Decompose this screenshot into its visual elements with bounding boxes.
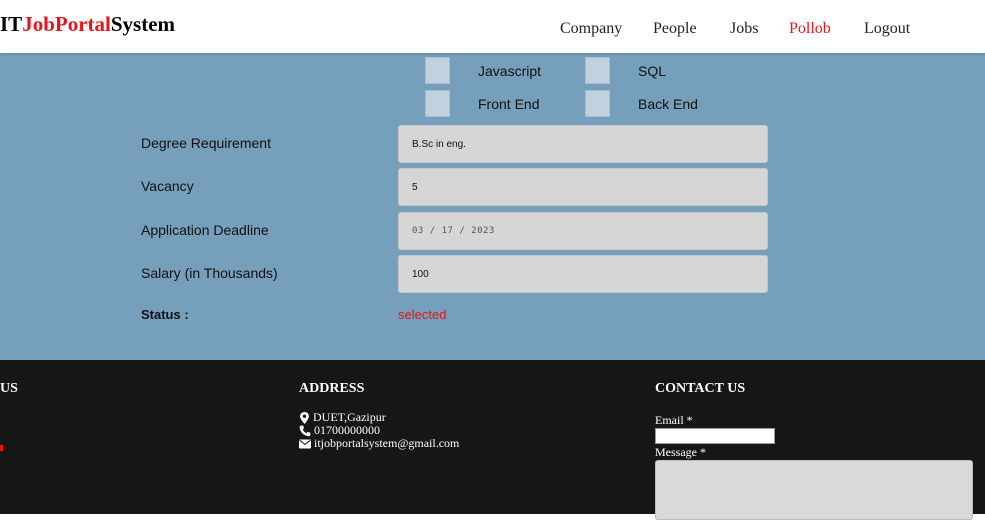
skill-label-front-end: Front End: [478, 96, 540, 112]
phone-icon: [299, 425, 311, 437]
nav-company[interactable]: Company: [560, 20, 622, 38]
degree-label: Degree Requirement: [141, 135, 271, 151]
contact-message-textarea[interactable]: [655, 460, 973, 520]
job-form: Javascript SQL Front End Back End Degree…: [0, 53, 985, 360]
degree-input[interactable]: [398, 125, 768, 163]
top-navbar: ITJobPortalSystem Company People Jobs Po…: [0, 0, 985, 53]
email-field-label: Email *: [655, 413, 693, 427]
footer-address-heading: ADDRESS: [299, 381, 365, 396]
checkbox-back-end[interactable]: [585, 90, 610, 117]
nav-people[interactable]: People: [653, 20, 697, 38]
checkbox-sql[interactable]: [585, 57, 610, 84]
salary-label: Salary (in Thousands): [141, 265, 278, 281]
address-email: itjobportalsystem@gmail.com: [299, 436, 459, 451]
contact-email-input[interactable]: [655, 428, 775, 444]
checkbox-front-end[interactable]: [425, 90, 450, 117]
deadline-label: Application Deadline: [141, 222, 269, 238]
vacancy-input[interactable]: [398, 168, 768, 206]
salary-input[interactable]: [398, 255, 768, 293]
status-label: Status :: [141, 307, 189, 322]
footer-link-fragment[interactable]: [0, 445, 3, 451]
brand-part-jobportal: JobPortal: [22, 12, 111, 36]
nav-logout[interactable]: Logout: [864, 20, 910, 38]
nav-jobs[interactable]: Jobs: [730, 20, 758, 38]
vacancy-label: Vacancy: [141, 178, 194, 194]
deadline-date-input[interactable]: [398, 212, 768, 250]
footer-about-heading: US: [0, 381, 18, 396]
checkbox-javascript[interactable]: [425, 57, 450, 84]
message-field-label: Message *: [655, 445, 706, 459]
email-text[interactable]: itjobportalsystem@gmail.com: [314, 436, 459, 451]
nav-user-pollob[interactable]: Pollob: [789, 20, 831, 38]
brand-logo[interactable]: ITJobPortalSystem: [0, 12, 175, 37]
map-marker-icon: [299, 411, 310, 424]
skill-label-sql: SQL: [638, 63, 667, 79]
skill-label-javascript: Javascript: [478, 63, 542, 79]
brand-part-system: System: [110, 12, 176, 36]
footer: US ADDRESS DUET,Gazipur 01700000000 itjo…: [0, 360, 985, 520]
status-value: selected: [398, 307, 447, 322]
envelope-icon: [299, 439, 311, 449]
skill-label-back-end: Back End: [638, 96, 698, 112]
brand-part-it: IT: [0, 12, 23, 36]
footer-contact-heading: CONTACT US: [655, 381, 746, 396]
